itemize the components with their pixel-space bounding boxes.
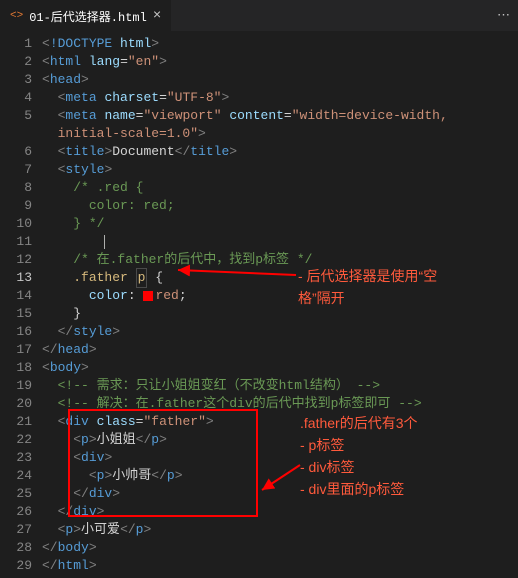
text-cursor bbox=[104, 235, 105, 249]
color-swatch-icon bbox=[143, 291, 153, 301]
tab-active[interactable]: <> 01-后代选择器.html × bbox=[0, 0, 171, 31]
tab-actions: ⋯ bbox=[489, 0, 518, 31]
line-number-gutter: 12345 6789101112131415161718192021222324… bbox=[0, 32, 42, 578]
more-icon[interactable]: ⋯ bbox=[497, 8, 510, 23]
tab-filename: 01-后代选择器.html bbox=[29, 8, 147, 25]
tab-bar: <> 01-后代选择器.html × ⋯ bbox=[0, 0, 518, 32]
code-area[interactable]: <!DOCTYPE html> <html lang="en"> <head> … bbox=[42, 32, 518, 578]
close-icon[interactable]: × bbox=[153, 9, 161, 23]
code-editor[interactable]: 12345 6789101112131415161718192021222324… bbox=[0, 32, 518, 578]
html-file-icon: <> bbox=[10, 10, 23, 22]
